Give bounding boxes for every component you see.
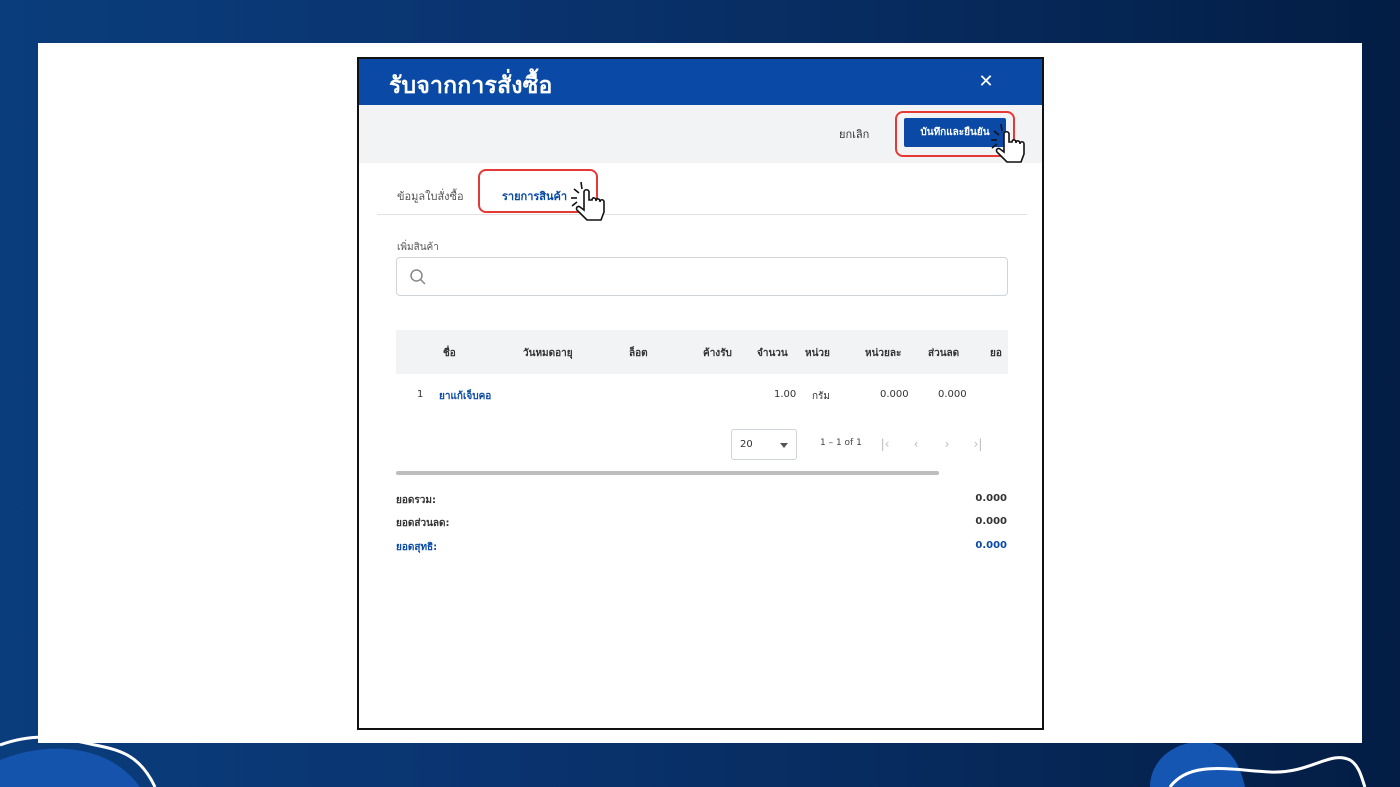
product-table: ชื่อ วันหมดอายุ ล็อต ค้างรับ จำนวน หน่วย… [396, 330, 1008, 420]
first-page-icon[interactable]: |‹ [875, 434, 895, 454]
row-unit-price: 0.000 [880, 389, 909, 400]
search-input[interactable] [437, 264, 997, 290]
pointer-hand-icon [991, 123, 1025, 163]
chevron-down-icon [780, 443, 788, 448]
discount-total-value: 0.000 [975, 516, 1007, 527]
net-total-label: ยอดสุทธิ: [396, 542, 438, 553]
close-icon[interactable]: ✕ [975, 71, 997, 93]
discount-total-label: ยอดส่วนลด: [396, 518, 450, 529]
col-pending: ค้างรับ [703, 348, 732, 359]
add-product-label: เพิ่มสินค้า [397, 242, 439, 253]
horizontal-scrollbar[interactable] [396, 471, 939, 475]
row-unit: กรัม [812, 391, 831, 402]
table-header: ชื่อ วันหมดอายุ ล็อต ค้างรับ จำนวน หน่วย… [396, 330, 1008, 374]
cancel-button[interactable]: ยกเลิก [839, 125, 869, 143]
row-qty: 1.00 [774, 389, 797, 400]
total-label: ยอดรวม: [396, 495, 436, 506]
col-discount: ส่วนลด [928, 348, 960, 359]
receive-from-po-dialog: รับจากการสั่งซื้อ ✕ ยกเลิก บันทึกและยืนย… [357, 57, 1044, 730]
col-expiry: วันหมดอายุ [523, 348, 573, 359]
col-name: ชื่อ [443, 348, 456, 359]
col-amount: ยอ [990, 348, 1002, 359]
col-unit: หน่วย [805, 348, 830, 359]
row-index: 1 [417, 389, 424, 400]
page-range-text: 1 – 1 of 1 [820, 438, 862, 448]
dialog-header: รับจากการสั่งซื้อ ✕ [359, 59, 1042, 105]
tab-bar: ข้อมูลใบสั่งซื้อ รายการสินค้า [377, 163, 1027, 215]
prev-page-icon[interactable]: ‹ [906, 434, 926, 454]
search-icon [410, 269, 426, 285]
row-product-name[interactable]: ยาแก้เจ็บคอ [439, 389, 491, 404]
row-discount: 0.000 [938, 389, 967, 400]
pointer-hand-icon-tab [571, 181, 605, 221]
col-qty: จำนวน [757, 348, 788, 359]
tab-po-info[interactable]: ข้อมูลใบสั่งซื้อ [397, 187, 464, 205]
pagination: 20 1 – 1 of 1 |‹ ‹ › ›| [731, 429, 1011, 461]
net-total-value: 0.000 [975, 540, 1007, 551]
dialog-title: รับจากการสั่งซื้อ [389, 73, 553, 99]
next-page-icon[interactable]: › [937, 434, 957, 454]
last-page-icon[interactable]: ›| [968, 434, 988, 454]
page-size-value: 20 [740, 439, 753, 450]
total-value: 0.000 [975, 493, 1007, 504]
col-unit-price: หน่วยละ [865, 348, 902, 359]
page-size-select[interactable]: 20 [731, 429, 797, 460]
col-lot: ล็อต [629, 348, 648, 359]
add-product-search[interactable] [396, 257, 1008, 296]
